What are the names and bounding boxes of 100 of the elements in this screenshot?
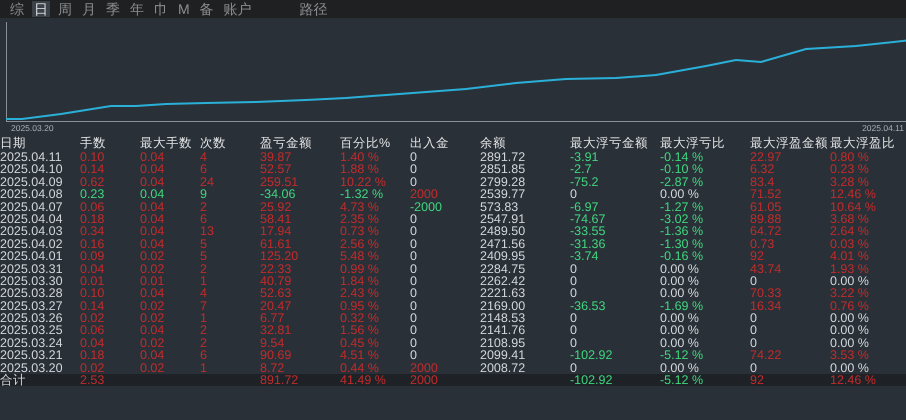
table-cell-text: 259.51 (260, 176, 300, 188)
tab[interactable]: 路径 (298, 1, 330, 17)
table-cell-text: 0 (750, 312, 758, 324)
table-cell-text: -3.02 % (660, 212, 704, 226)
table-cell-text: 6.32 (750, 163, 776, 176)
table-cell-text: 12.46 % (830, 188, 877, 201)
table-cell-text: 2025.03.27 (0, 300, 64, 312)
column-header: 最大浮盈比 (830, 136, 896, 151)
tab[interactable]: 巾 (152, 1, 170, 17)
table-cell-text: 4.73 % (340, 200, 380, 213)
table-cell-text: 0.04 (140, 349, 166, 362)
table-cell-text: 61.61 (260, 238, 292, 250)
table-cell-text: 1 (200, 362, 208, 374)
table-cell-text: 2108.95 (480, 336, 526, 350)
table-cell-text: 0 (750, 324, 758, 337)
table-cell-text: 0 (750, 274, 758, 288)
table-cell-text: 0 (410, 212, 418, 226)
table-cell-text: 1.93 % (830, 262, 870, 275)
tab[interactable]: 账户 (222, 1, 254, 17)
table-cell-text: 0.00 % (660, 274, 700, 288)
table-cell-text: 0.06 (80, 324, 106, 337)
table-cell-text: -102.92 (570, 374, 614, 386)
table-cell-text: 0.03 % (830, 238, 870, 250)
table-cell-text: -1.27 % (660, 200, 704, 213)
table-cell-text: -74.67 (570, 212, 606, 226)
tab[interactable]: 季 (104, 1, 122, 17)
table-cell-text: 16.34 (750, 300, 782, 312)
table-cell-text: -0.10 % (660, 163, 704, 176)
tab[interactable]: 年 (128, 1, 146, 17)
table-cell-text: 1 (200, 312, 208, 324)
table-cell-text: 0.04 (140, 225, 166, 238)
table-cell-text: 2025.04.08 (0, 188, 64, 201)
table-cell-text: 0.02 (140, 336, 166, 350)
table-cell-text: 0.06 (80, 200, 106, 213)
table-cell-text: 2.43 % (340, 287, 380, 300)
column-header: 出入金 (410, 136, 450, 151)
table-cell-text: 0.02 (140, 250, 166, 263)
table-cell-text: 2025.03.20 (0, 362, 64, 374)
table-cell-text: 2025.03.24 (0, 336, 64, 350)
table-cell-text: 61.05 (750, 200, 782, 213)
table-cell-text: 4 (200, 151, 208, 164)
tab[interactable]: 备 (198, 1, 216, 17)
table-cell-text: 2148.53 (480, 312, 526, 324)
table-cell-text: 0.02 (140, 312, 166, 324)
table-cell-text: 4.51 % (340, 349, 380, 362)
table-cell-text: 0 (410, 349, 418, 362)
tab[interactable]: 综 (8, 1, 26, 17)
table-cell-text: 0.04 (140, 163, 166, 176)
table-cell-text: -5.12 % (660, 349, 704, 362)
table-cell-text: 2799.28 (480, 176, 526, 188)
table-cell-text: 0.02 (140, 262, 166, 275)
table-cell-text: 2851.85 (480, 163, 526, 176)
table-cell-text: 0.09 (80, 250, 106, 263)
table-cell-text: 24 (200, 176, 215, 188)
table-cell-text: 2025.04.11 (0, 151, 63, 164)
table-cell-text: 0.00 % (660, 362, 700, 374)
table-cell-text: 2025.04.01 (0, 250, 64, 263)
table-cell-text: 0.18 (80, 349, 106, 362)
table-cell-text: 0.00 % (660, 287, 700, 300)
table-cell-text: 8.72 (260, 362, 286, 374)
table-cell-text: 2025.03.30 (0, 274, 64, 288)
table-cell-text: 0.34 (80, 225, 106, 238)
table-cell-text: 5 (200, 238, 208, 250)
table-cell-text: 0.02 (80, 312, 106, 324)
table-cell-text: 2025.04.10 (0, 163, 64, 176)
table-cell-text: 0.23 % (830, 163, 870, 176)
table-cell-text: 2284.75 (480, 262, 526, 275)
table-cell-text: 0.00 % (830, 336, 870, 350)
table-cell-text: 2 (200, 336, 208, 350)
table-cell-text: 0.04 (140, 287, 166, 300)
tab[interactable]: 日 (32, 1, 50, 17)
table-cell-text: 2000 (410, 188, 439, 201)
table-cell-text: 0 (570, 287, 578, 300)
table-cell-text: 3.22 % (830, 287, 870, 300)
table-cell-text: -34.06 (260, 188, 296, 201)
table-cell-text: 2008.72 (480, 362, 526, 374)
table-cell-text: 2025.04.03 (0, 225, 64, 238)
table-cell-text: 0.23 (80, 188, 106, 201)
tab[interactable]: 月 (80, 1, 98, 17)
table-cell-text: 0 (410, 151, 418, 164)
table-cell-text: 2099.41 (480, 349, 526, 362)
table-cell-text: -1.36 % (660, 225, 704, 238)
table-cell-text: 1.56 % (340, 324, 380, 337)
table-cell-text: 40.79 (260, 274, 292, 288)
table-cell-text: 0 (570, 312, 578, 324)
table-cell-text: 25.92 (260, 200, 292, 213)
table-cell-text: 2262.42 (480, 274, 526, 288)
table-cell-text: 2025.03.28 (0, 287, 64, 300)
table-cell-text: 0.04 (140, 238, 166, 250)
table-cell-text: -5.12 % (660, 374, 704, 386)
table-cell-text: 2025.03.25 (0, 324, 64, 337)
table-cell-text: 0.01 (140, 274, 166, 288)
tab[interactable]: 周 (56, 1, 74, 17)
table-cell-text: 12.46 % (830, 374, 877, 386)
table-cell-text: 92 (750, 374, 765, 386)
table-cell-text: 43.74 (750, 262, 782, 275)
table-cell-text: 89.88 (750, 212, 782, 226)
tab[interactable]: M (176, 1, 192, 17)
table-cell-text: 0 (410, 324, 418, 337)
table-cell-text: 2539.77 (480, 188, 526, 201)
